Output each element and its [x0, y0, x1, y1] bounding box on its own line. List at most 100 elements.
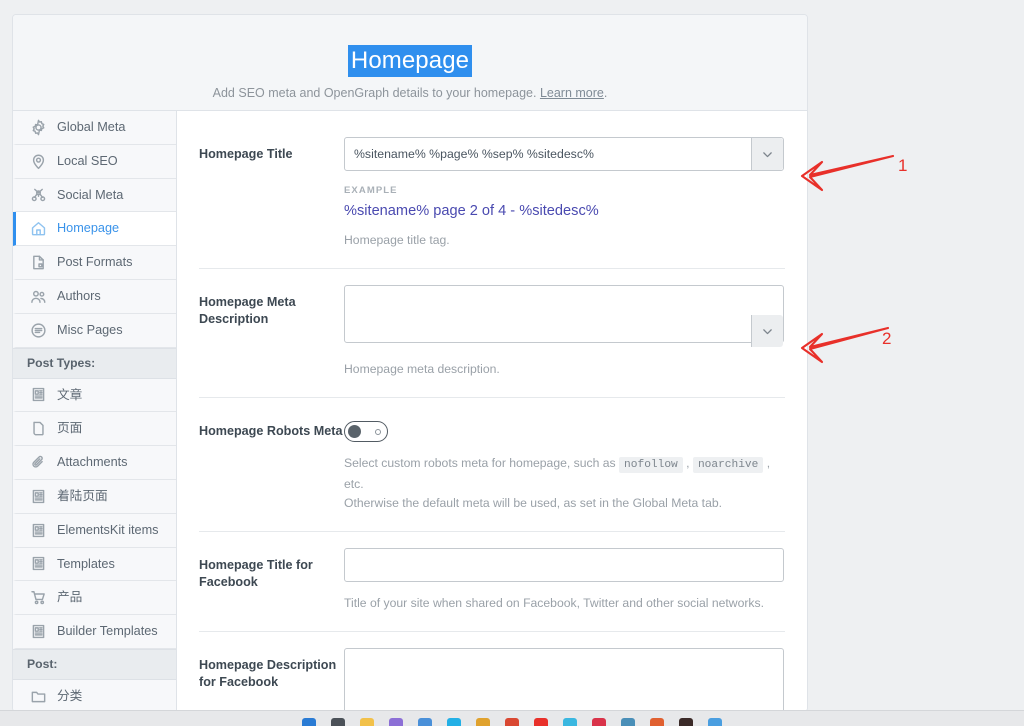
post-icon — [30, 555, 47, 572]
chrome-icon[interactable] — [447, 718, 461, 726]
post-icon — [30, 488, 47, 505]
post-icon — [30, 522, 47, 539]
homepage-description-facebook-label: Homepage Description for Facebook — [199, 658, 337, 689]
homepage-description-facebook-control — [344, 648, 785, 711]
app-blue-icon[interactable] — [418, 718, 432, 726]
sidebar-item-builder-templates[interactable]: Builder Templates — [13, 615, 176, 649]
homepage-title-control: EXAMPLE %sitename% page 2 of 4 - %sitede… — [344, 137, 785, 250]
field-homepage-description-facebook: Homepage Description for Facebook — [199, 648, 785, 711]
file-explorer-icon[interactable] — [360, 718, 374, 726]
app-crimson-icon[interactable] — [592, 718, 606, 726]
sidebar-item-post-formats[interactable]: Post Formats — [13, 246, 176, 280]
app-sky-icon[interactable] — [708, 718, 722, 726]
opera-icon[interactable] — [534, 718, 548, 726]
sidebar-item-label: Builder Templates — [57, 624, 158, 639]
sidebar-item-label: Post Formats — [57, 255, 133, 270]
homepage-meta-description-input[interactable] — [344, 285, 784, 343]
app-purple-icon[interactable] — [389, 718, 403, 726]
sidebar-item-页面[interactable]: 页面 — [13, 412, 176, 447]
screen: Homepage Add SEO meta and OpenGraph deta… — [0, 0, 1024, 726]
settings-content: Homepage Title %sitename% %page% %sep% %… — [177, 111, 807, 711]
subtitle-text-before: Add SEO meta and OpenGraph details to yo… — [212, 86, 540, 100]
homepage-meta-description-dropdown[interactable] — [751, 315, 783, 347]
homepage-title-facebook-input[interactable] — [344, 548, 784, 582]
sidebar-item-label: Templates — [57, 556, 115, 571]
example-value: %sitename% page 2 of 4 - %sitedesc% — [344, 203, 599, 219]
homepage-description-facebook-input-wrap — [344, 648, 784, 711]
sidebar-item-label: Global Meta — [57, 120, 126, 135]
users-icon — [30, 288, 47, 305]
homepage-title-facebook-label: Homepage Title for Facebook — [199, 558, 313, 589]
homepage-robots-meta-label: Homepage Robots Meta — [199, 424, 343, 438]
sidebar-item-misc-pages[interactable]: Misc Pages — [13, 313, 176, 348]
homepage-title-help: Homepage title tag. — [344, 233, 450, 247]
example-caption: EXAMPLE — [344, 185, 398, 196]
windows-start-icon[interactable] — [302, 718, 316, 726]
search-icon[interactable] — [331, 718, 345, 726]
app-dark-icon[interactable] — [679, 718, 693, 726]
sidebar-section-post: Post: — [13, 648, 176, 680]
chevron-down-icon — [761, 148, 774, 161]
settings-sidebar[interactable]: Global Meta Local SEO Social Meta Homepage P… — [13, 111, 177, 711]
gear-icon — [30, 119, 47, 136]
annotation-label-2: 2 — [882, 329, 892, 348]
homepage-title-input[interactable] — [344, 137, 784, 171]
homepage-meta-description-control: Homepage meta description. — [344, 285, 785, 379]
field-homepage-robots-meta: Homepage Robots Meta Select custom robot… — [199, 414, 785, 532]
sidebar-item-elementskit-items[interactable]: ElementsKit items — [13, 513, 176, 548]
homepage-title-facebook-control: Title of your site when shared on Facebo… — [344, 548, 785, 613]
field-homepage-title: Homepage Title %sitename% %page% %sep% %… — [199, 137, 785, 269]
field-homepage-title-facebook: Homepage Title for Facebook Title of you… — [199, 548, 785, 632]
robots-help-line2: Otherwise the default meta will be used,… — [344, 496, 723, 510]
sidebar-item-分类[interactable]: 分类 — [13, 679, 176, 711]
page-icon — [30, 420, 47, 437]
sidebar-item-templates[interactable]: Templates — [13, 547, 176, 582]
seo-settings-panel: Homepage Add SEO meta and OpenGraph deta… — [12, 14, 808, 712]
toggle-off-indicator-icon — [375, 428, 381, 435]
list-circle-icon — [30, 322, 47, 339]
sidebar-item-label: 文章 — [57, 387, 83, 402]
robots-help-text-b: , — [682, 456, 693, 470]
homepage-title-dropdown[interactable] — [751, 138, 783, 170]
sidebar-item-social-meta[interactable]: Social Meta — [13, 178, 176, 213]
sidebar-section-label: Post Types: — [27, 356, 96, 371]
homepage-robots-meta-toggle[interactable] — [344, 421, 388, 442]
folder-icon — [30, 688, 47, 705]
post-icon — [30, 623, 47, 640]
sidebar-item-文章[interactable]: 文章 — [13, 378, 176, 413]
sidebar-item-local-seo[interactable]: Local SEO — [13, 144, 176, 179]
sidebar-item-authors[interactable]: Authors — [13, 279, 176, 314]
sidebar-item-attachments[interactable]: Attachments — [13, 446, 176, 480]
sidebar-section-posttypes: Post Types: — [13, 347, 176, 379]
sidebar-item-label: Social Meta — [57, 187, 124, 202]
sidebar-item-global-meta[interactable]: Global Meta — [13, 111, 176, 145]
toggle-knob — [348, 424, 361, 438]
app-cyan-icon[interactable] — [563, 718, 577, 726]
sidebar-item-产品[interactable]: 产品 — [13, 581, 176, 616]
app-orange-icon[interactable] — [650, 718, 664, 726]
windows-taskbar[interactable] — [0, 710, 1024, 726]
post-icon — [30, 386, 47, 403]
learn-more-link[interactable]: Learn more — [540, 86, 604, 100]
sidebar-item-label: 产品 — [57, 590, 83, 605]
folder-icon[interactable] — [476, 718, 490, 726]
panel-header: Homepage Add SEO meta and OpenGraph deta… — [13, 15, 807, 111]
robots-help-text-a: Select custom robots meta for homepage, … — [344, 456, 620, 470]
sidebar-item-label: Misc Pages — [57, 322, 123, 337]
homepage-description-facebook-input[interactable] — [344, 648, 784, 711]
homepage-robots-meta-help: Select custom robots meta for homepage, … — [344, 454, 785, 513]
sidebar-item-label: 着陆页面 — [57, 489, 108, 504]
paperclip-icon — [30, 454, 47, 471]
sidebar-item-着陆页面[interactable]: 着陆页面 — [13, 479, 176, 514]
app-teal-icon[interactable] — [621, 718, 635, 726]
subtitle-text-after: . — [603, 86, 608, 100]
code-noarchive: noarchive — [692, 457, 764, 473]
map-pin-icon — [30, 153, 47, 170]
sidebar-item-label: Attachments — [57, 455, 128, 470]
homepage-meta-description-help: Homepage meta description. — [344, 362, 500, 376]
app-red-icon[interactable] — [505, 718, 519, 726]
page-subtitle: Add SEO meta and OpenGraph details to yo… — [13, 86, 807, 100]
cart-icon — [30, 589, 47, 606]
sidebar-item-homepage[interactable]: Homepage — [13, 212, 176, 247]
homepage-title-label: Homepage Title — [199, 147, 293, 161]
